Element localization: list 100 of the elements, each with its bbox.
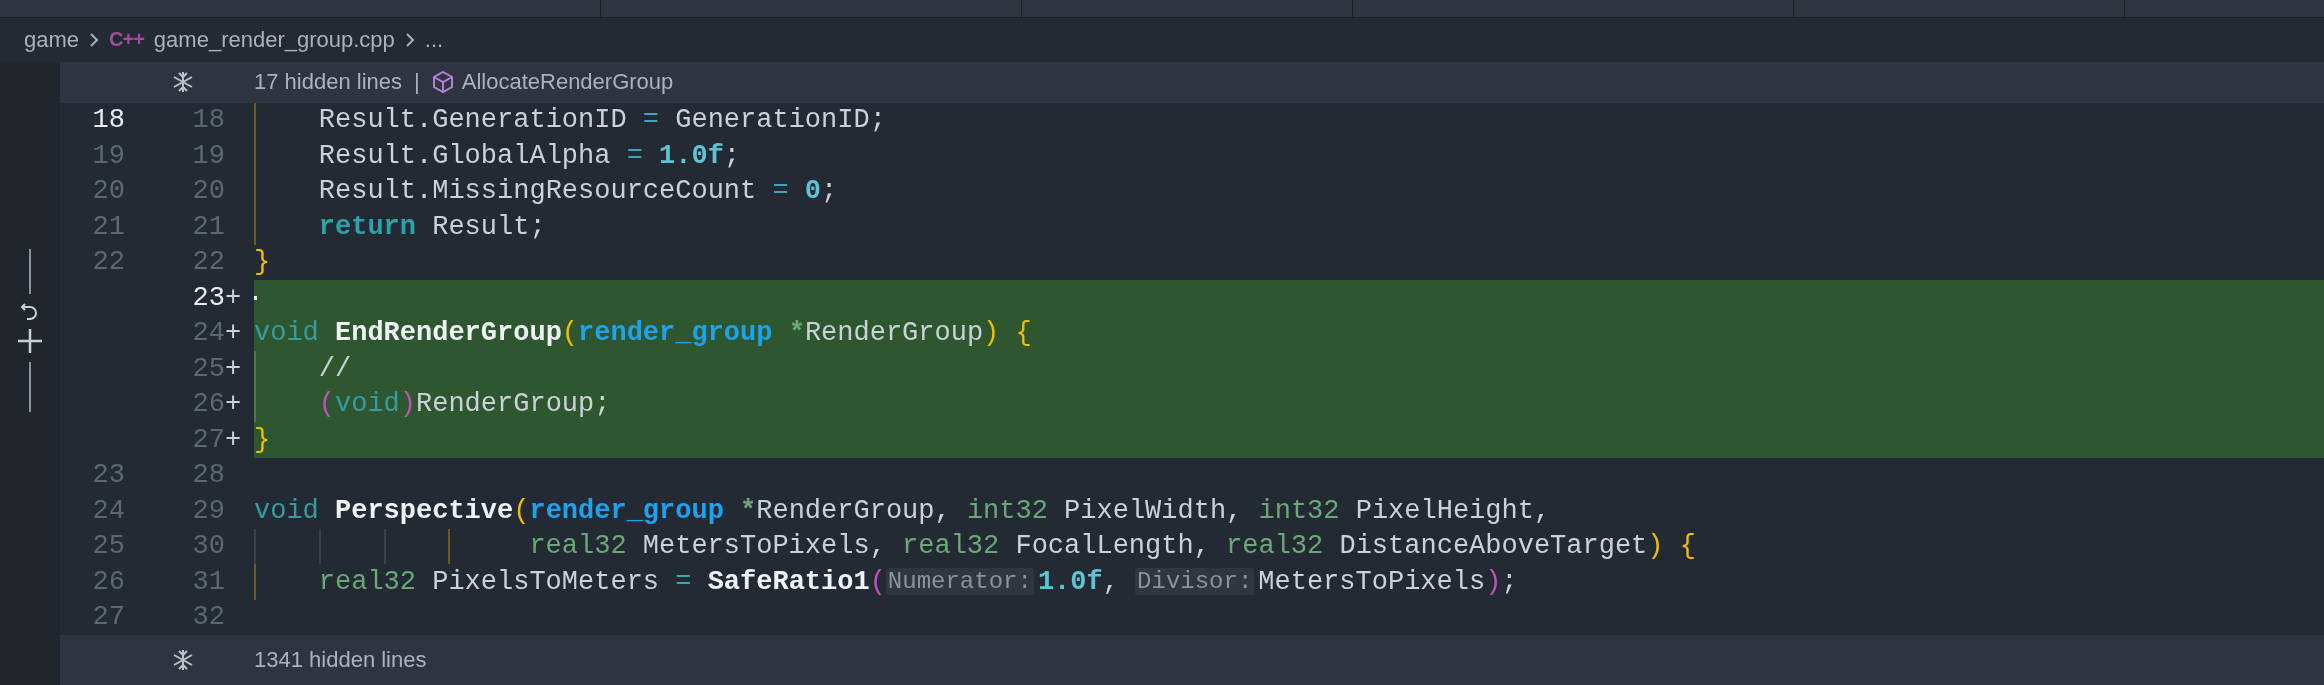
- line-number: 27: [191, 424, 225, 455]
- line-number: 21: [91, 211, 125, 242]
- parameter-hint: Numerator:: [885, 568, 1034, 596]
- line-number: 19: [191, 140, 225, 171]
- code-text: ;: [1501, 566, 1518, 597]
- plus-icon[interactable]: [17, 327, 43, 354]
- line-number: 28: [191, 460, 225, 491]
- chevron-icon: [404, 31, 415, 48]
- line-number: 18: [91, 105, 125, 136]
- separator: |: [414, 69, 420, 95]
- code-text: MetersToPixels,: [642, 531, 886, 562]
- pointer-symbol: *: [788, 318, 805, 349]
- operator: =: [626, 140, 643, 171]
- code-text: ;: [821, 176, 838, 207]
- bracket: ): [983, 318, 1000, 349]
- code-text: DistanceAboveTarget: [1339, 531, 1648, 562]
- line-number: 23: [191, 282, 225, 313]
- bracket: ): [399, 389, 416, 420]
- type-name: int32: [1258, 495, 1340, 526]
- code-text: //: [318, 353, 352, 384]
- bracket: }: [254, 424, 271, 455]
- bracket: (: [561, 318, 579, 349]
- line-number: 25: [191, 353, 225, 384]
- line-number: 20: [191, 176, 225, 207]
- code-text: ;: [723, 140, 741, 171]
- pointer-symbol: *: [740, 495, 757, 526]
- type-name: real32: [529, 531, 627, 562]
- type-name: real32: [318, 566, 416, 597]
- bracket: {: [1015, 318, 1032, 349]
- number-literal: 1.0f: [659, 140, 724, 171]
- operator: =: [675, 566, 692, 597]
- keyword: void: [254, 318, 319, 349]
- hidden-lines-label: 17 hidden lines: [254, 69, 402, 95]
- code-text: Result.MissingResourceCount: [318, 176, 757, 207]
- hidden-lines-bar[interactable]: 17 hidden lines | AllocateRenderGroup: [60, 61, 2324, 103]
- hidden-lines-bar[interactable]: 1341 hidden lines: [60, 635, 2324, 685]
- added-marker: +: [225, 282, 242, 313]
- line-number: 25: [91, 531, 125, 562]
- code-text: Result;: [432, 211, 546, 242]
- breadcrumb-item[interactable]: game_render_group.cpp: [153, 26, 395, 53]
- code-text: Result.GenerationID: [318, 105, 627, 136]
- line-number: 30: [191, 531, 225, 562]
- line-number: 22: [91, 247, 125, 278]
- line-number: 26: [91, 566, 125, 597]
- breadcrumb-item[interactable]: game: [24, 26, 80, 53]
- bracket: (: [869, 566, 886, 597]
- function-name: SafeRatio1: [707, 566, 870, 597]
- code-text: PixelWidth,: [1064, 495, 1243, 526]
- line-number: 32: [191, 602, 225, 633]
- number-literal: 0: [804, 176, 822, 207]
- code-text: FocalLength,: [1015, 531, 1210, 562]
- line-number: 18: [191, 105, 225, 136]
- type-name: render_group: [578, 318, 773, 349]
- type-name: real32: [902, 531, 1000, 562]
- bracket: (: [513, 495, 530, 526]
- breadcrumb-item[interactable]: ...: [424, 26, 444, 53]
- keyword: void: [335, 389, 400, 420]
- added-marker: +: [225, 424, 242, 455]
- code-text: PixelHeight,: [1355, 495, 1551, 526]
- bracket: }: [254, 247, 271, 278]
- code-text: RenderGroup;: [416, 389, 611, 420]
- parameter-hint: Divisor:: [1135, 568, 1255, 596]
- file-type-icon: C++: [109, 28, 144, 52]
- number-literal: 1.0f: [1037, 566, 1103, 597]
- line-number: 23: [91, 460, 125, 491]
- type-name: int32: [966, 495, 1048, 526]
- function-name: EndRenderGroup: [335, 318, 562, 349]
- bracket: ): [1485, 566, 1502, 597]
- code-text: GenerationID;: [675, 105, 886, 136]
- bracket: (: [318, 389, 335, 420]
- code-text: PixelsToMeters: [432, 566, 660, 597]
- code-text: MetersToPixels: [1258, 566, 1486, 597]
- line-number: 19: [91, 140, 125, 171]
- line-number: 22: [191, 247, 225, 278]
- code-text: ,: [1102, 566, 1119, 597]
- line-number: 26: [191, 389, 225, 420]
- unfold-icon[interactable]: [172, 648, 194, 672]
- symbol-name: AllocateRenderGroup: [461, 69, 674, 95]
- added-marker: +: [225, 389, 242, 420]
- code-text: RenderGroup,: [756, 495, 951, 526]
- unfold-icon[interactable]: [172, 70, 194, 94]
- operator: =: [772, 176, 789, 207]
- line-number: 24: [191, 318, 225, 349]
- code-text: Result.GlobalAlpha: [318, 140, 611, 171]
- line-number: 24: [91, 495, 125, 526]
- function-name: Perspective: [335, 495, 514, 526]
- line-number: 20: [91, 176, 125, 207]
- line-number: 21: [191, 211, 225, 242]
- added-marker: +: [225, 318, 242, 349]
- keyword: void: [254, 495, 319, 526]
- keyword: return: [318, 211, 416, 242]
- added-marker: +: [225, 353, 242, 384]
- chevron-icon: [89, 31, 100, 48]
- bracket: {: [1679, 531, 1696, 562]
- type-name: render_group: [529, 495, 724, 526]
- line-number: 31: [191, 566, 225, 597]
- line-number: 27: [91, 602, 125, 633]
- cube-icon: [431, 70, 454, 94]
- bracket: ): [1647, 531, 1664, 562]
- operator: =: [642, 105, 660, 136]
